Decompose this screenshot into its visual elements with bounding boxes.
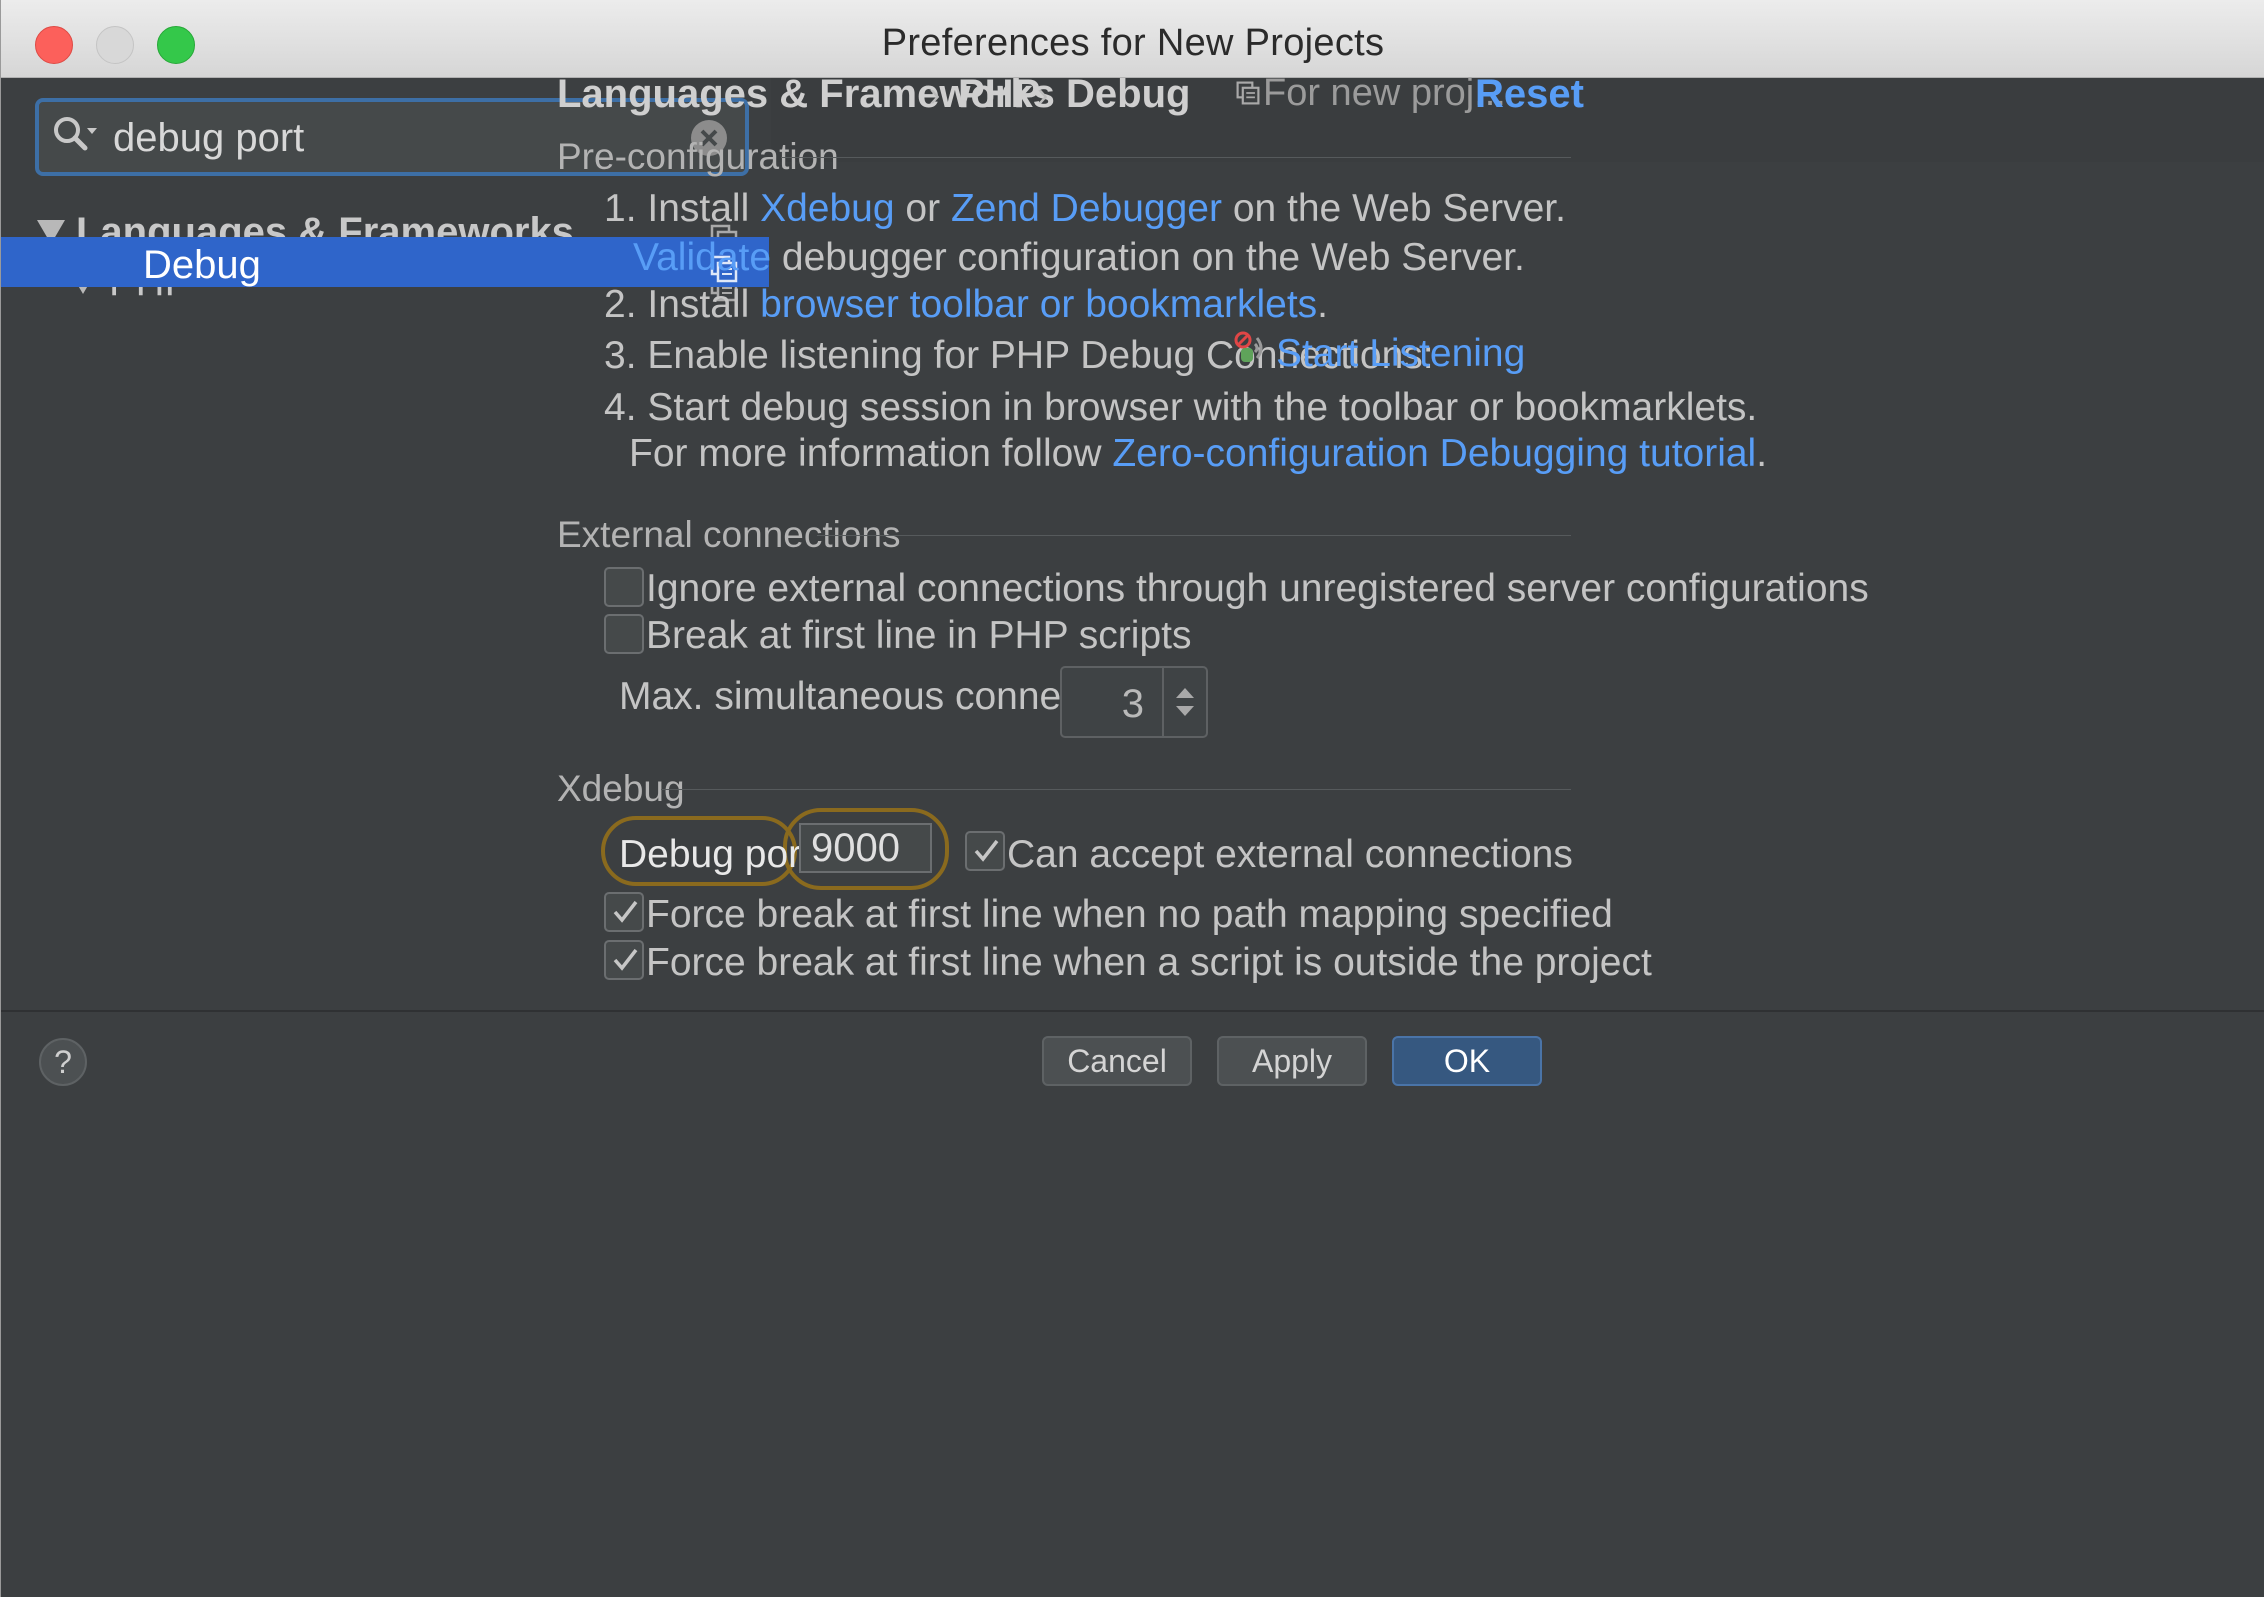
zend-debugger-link[interactable]: Zend Debugger bbox=[951, 187, 1222, 230]
step-text: 2. Install bbox=[604, 283, 750, 326]
force-break-no-mapping-label: Force break at first line when no path m… bbox=[646, 893, 1613, 936]
browser-toolbar-link[interactable]: browser toolbar or bookmarklets bbox=[760, 283, 1317, 326]
search-icon[interactable] bbox=[51, 114, 99, 158]
preferences-window: Preferences for New Projects debug port … bbox=[0, 0, 2264, 1597]
preconfig-step-2: 2. Install browser toolbar or bookmarkle… bbox=[604, 283, 1328, 327]
section-divider bbox=[661, 789, 1571, 790]
breadcrumb-item: PHP bbox=[958, 72, 1041, 116]
title-bar: Preferences for New Projects bbox=[1, 0, 2264, 78]
cancel-button[interactable]: Cancel bbox=[1042, 1036, 1192, 1086]
preconfig-more-info: For more information follow Zero-configu… bbox=[629, 432, 1767, 476]
window-title: Preferences for New Projects bbox=[881, 22, 1385, 64]
section-divider bbox=[817, 535, 1571, 536]
accept-external-label: Can accept external connections bbox=[1007, 833, 1573, 876]
force-break-outside-project-label: Force break at first line when a script … bbox=[646, 941, 1652, 984]
force-break-no-mapping-checkbox[interactable] bbox=[604, 892, 644, 932]
breadcrumb-separator: › bbox=[1037, 76, 1049, 114]
validate-link[interactable]: Validate bbox=[633, 236, 771, 279]
ignore-external-label: Ignore external connections through unre… bbox=[646, 567, 1869, 610]
break-first-line-checkbox[interactable] bbox=[604, 614, 644, 654]
breadcrumb-separator: › bbox=[929, 76, 941, 114]
start-listening-link[interactable]: Start Listening bbox=[1276, 332, 1525, 376]
step-text: For more information follow bbox=[629, 432, 1102, 475]
tree-item-label: Debug bbox=[143, 243, 261, 287]
for-new-projects-label: For new proj... bbox=[1263, 72, 1506, 114]
ignore-external-checkbox[interactable] bbox=[604, 567, 644, 607]
tutorial-link[interactable]: Zero-configuration Debugging tutorial bbox=[1112, 432, 1756, 475]
preconfig-validate-line: Validate debugger configuration on the W… bbox=[633, 236, 1525, 280]
spinner-arrows-icon[interactable] bbox=[1170, 678, 1200, 726]
step-text: . bbox=[1317, 283, 1329, 326]
break-first-line-label: Break at first line in PHP scripts bbox=[646, 614, 1192, 657]
preconfig-step-4: 4. Start debug session in browser with t… bbox=[604, 386, 1758, 429]
step-text: 1. Install bbox=[604, 187, 750, 230]
step-text: or bbox=[905, 187, 941, 230]
breadcrumb-item: Debug bbox=[1066, 72, 1191, 116]
debug-port-label: Debug port: bbox=[619, 833, 823, 876]
step-text: debugger configuration on the Web Server… bbox=[781, 236, 1525, 279]
accept-external-checkbox[interactable] bbox=[965, 831, 1005, 871]
preconfig-step-1: 1. Install Xdebug or Zend Debugger on th… bbox=[604, 187, 1566, 231]
apply-button[interactable]: Apply bbox=[1217, 1036, 1367, 1086]
max-connections-value[interactable]: 3 bbox=[1122, 682, 1144, 727]
start-listening-icon[interactable] bbox=[1233, 330, 1269, 366]
reset-link[interactable]: Reset bbox=[1475, 72, 1584, 117]
force-break-outside-project-checkbox[interactable] bbox=[604, 940, 644, 980]
step-text: on the Web Server. bbox=[1232, 187, 1566, 230]
section-divider bbox=[781, 157, 1571, 158]
dialog-button-bar: ? Cancel Apply OK bbox=[1, 1010, 2264, 1106]
max-connections-spinner[interactable]: 3 bbox=[1060, 666, 1208, 738]
ok-button[interactable]: OK bbox=[1392, 1036, 1542, 1086]
project-settings-icon bbox=[1235, 80, 1261, 106]
spinner-divider bbox=[1162, 668, 1164, 736]
debug-port-input[interactable] bbox=[799, 823, 932, 873]
step-text: . bbox=[1756, 432, 1768, 475]
help-button[interactable]: ? bbox=[39, 1038, 87, 1086]
xdebug-link[interactable]: Xdebug bbox=[760, 187, 894, 230]
